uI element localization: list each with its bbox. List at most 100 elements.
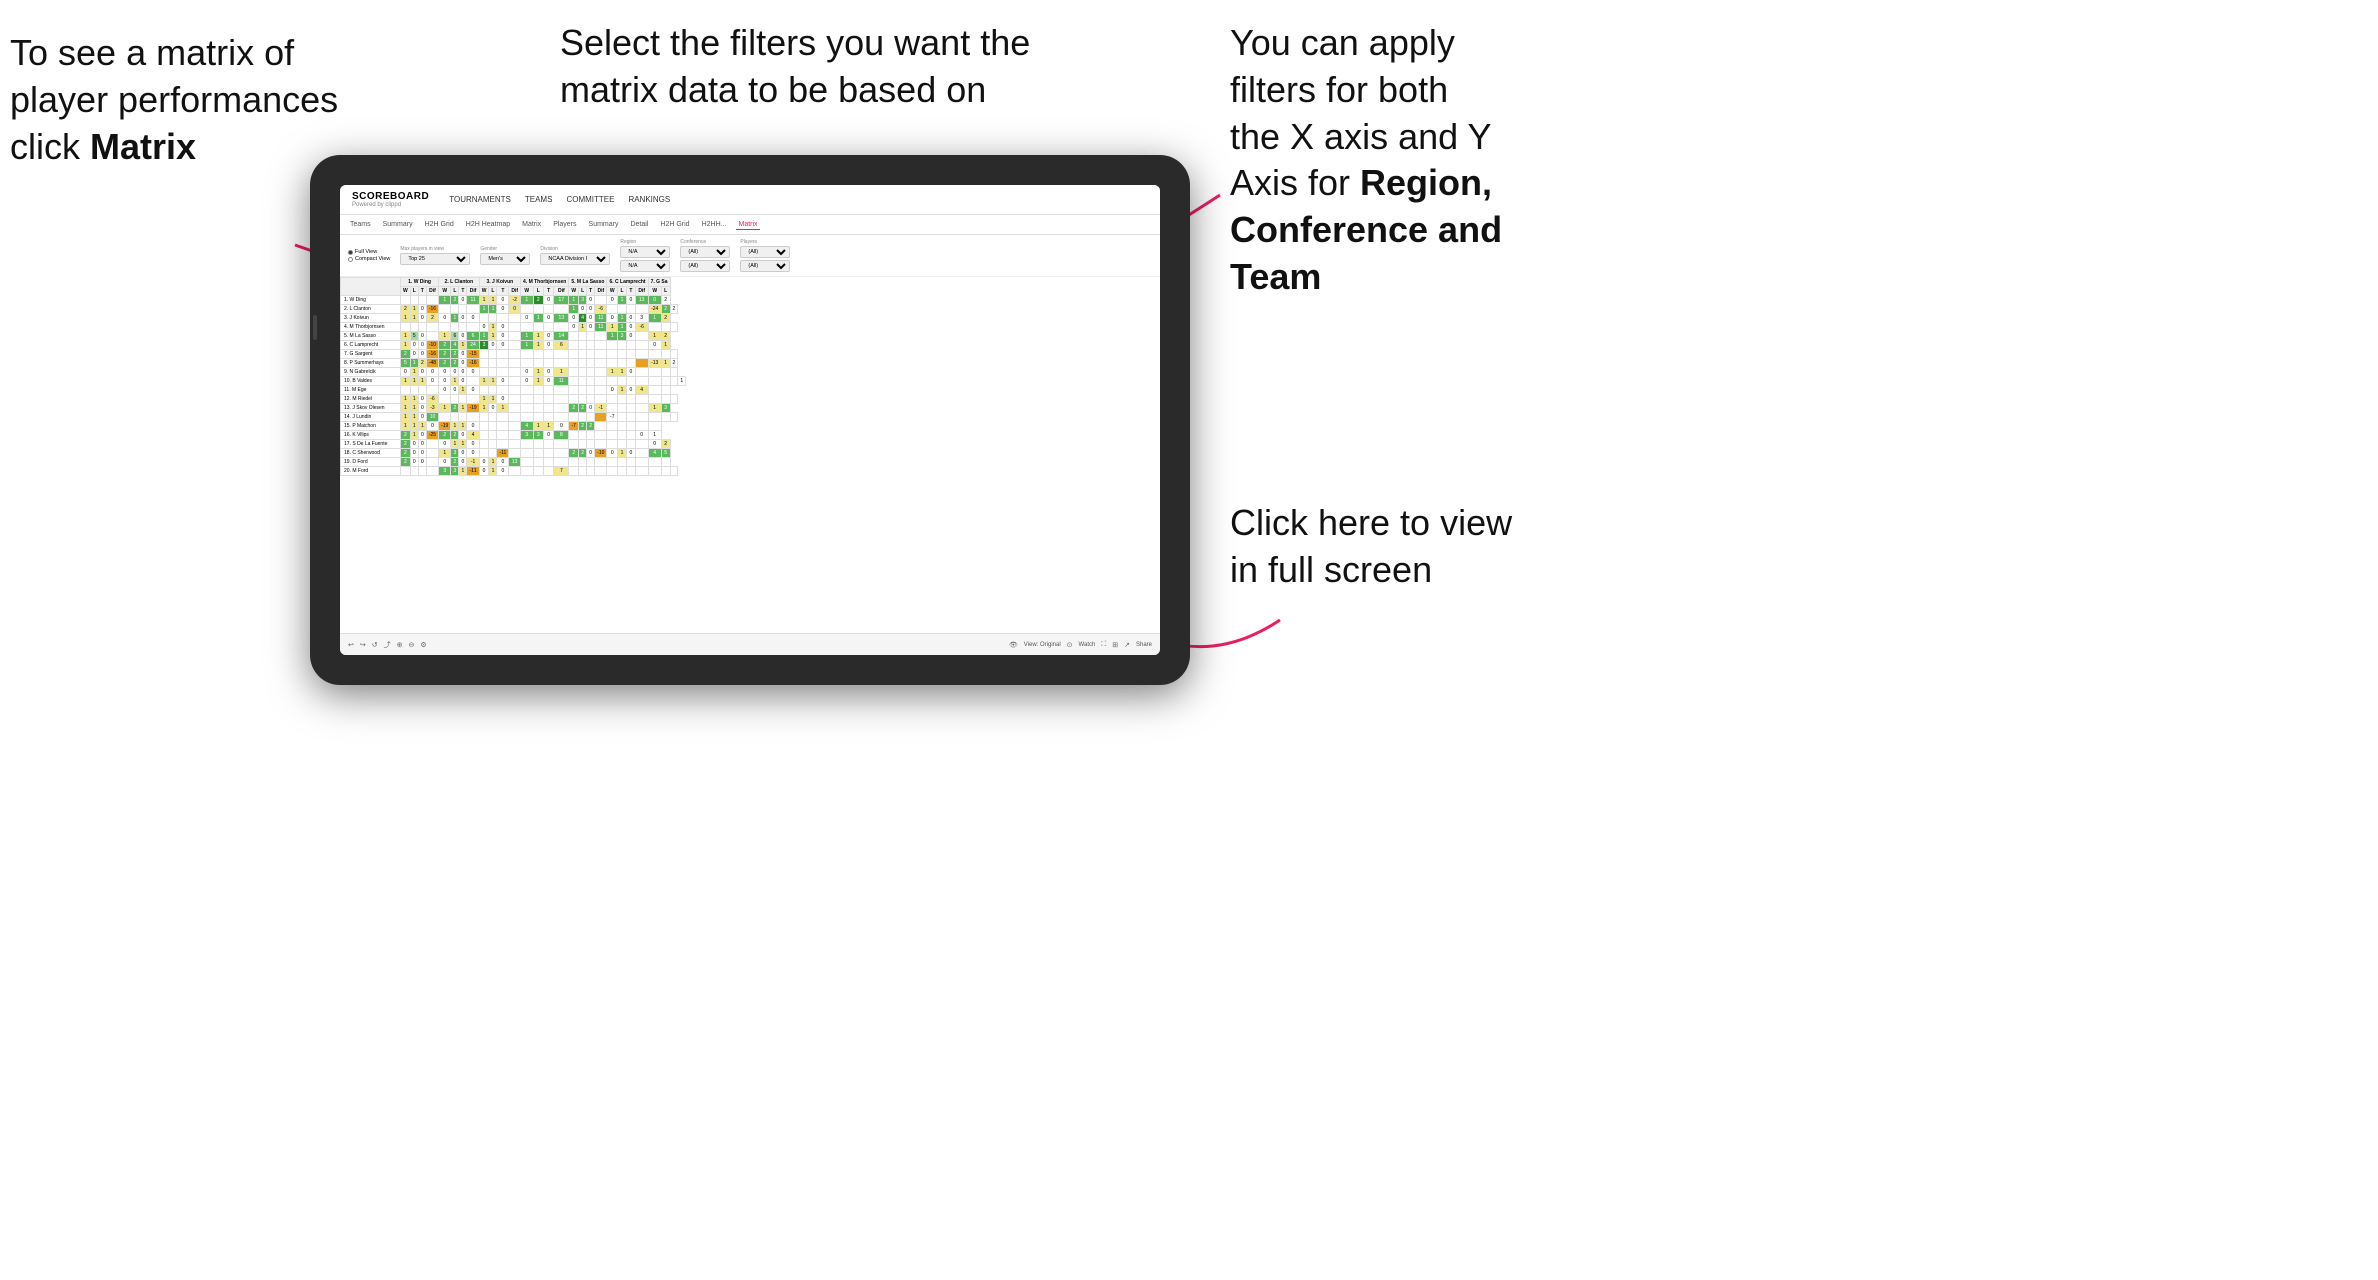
matrix-cell-10-3	[426, 386, 438, 395]
grid-icon[interactable]: ⊞	[1112, 641, 1118, 649]
nav-teams[interactable]: TEAMS	[525, 195, 553, 204]
share-button-icon[interactable]: ↗	[1124, 641, 1130, 649]
matrix-cell-19-14	[543, 467, 553, 476]
subnav-teams[interactable]: Teams	[348, 220, 373, 229]
matrix-cell-0-14: 0	[543, 296, 553, 305]
matrix-cell-8-6: 0	[459, 368, 467, 377]
subnav-h2h-heatmap[interactable]: H2H Heatmap	[464, 220, 512, 229]
matrix-cell-7-25: 1	[661, 359, 670, 368]
matrix-cell-18-14	[543, 458, 553, 467]
players-select2[interactable]: (All)	[740, 260, 790, 272]
matrix-cell-4-15: 14	[554, 332, 569, 341]
subnav-h2h-grid[interactable]: H2H Grid	[423, 220, 456, 229]
matrix-cell-14-17: 2	[579, 422, 587, 431]
nav-items: TOURNAMENTS TEAMS COMMITTEE RANKINGS	[449, 195, 670, 204]
matrix-cell-1-7	[467, 305, 479, 314]
matrix-cell-8-8	[479, 368, 489, 377]
matrix-cell-19-11	[509, 467, 521, 476]
subnav-detail[interactable]: Detail	[628, 220, 650, 229]
matrix-cell-4-19	[595, 332, 607, 341]
matrix-cell-0-9: 1	[489, 296, 497, 305]
subnav-summary2[interactable]: Summary	[587, 220, 621, 229]
division-select[interactable]: NCAA Division I	[540, 253, 610, 265]
region-select2[interactable]: N/A	[620, 260, 670, 272]
refresh-icon[interactable]: ↺	[372, 641, 378, 649]
zoom-out-icon[interactable]: ⊖	[409, 641, 415, 649]
matrix-cell-19-1	[410, 467, 418, 476]
matrix-cell-10-20: 0	[607, 386, 618, 395]
matrix-cell-8-19	[595, 368, 607, 377]
matrix-cell-4-18	[587, 332, 595, 341]
subnav-h2h-grid2[interactable]: H2H Grid	[658, 220, 691, 229]
conference-select2[interactable]: (All)	[680, 260, 730, 272]
matrix-cell-12-12	[521, 404, 534, 413]
matrix-cell-9-24	[648, 377, 661, 386]
players-select[interactable]: (All)	[740, 246, 790, 258]
matrix-cell-7-20	[607, 359, 618, 368]
conference-select[interactable]: (All)	[680, 246, 730, 258]
matrix-cell-9-23	[635, 377, 648, 386]
subnav-matrix2[interactable]: Matrix	[736, 220, 759, 230]
redo-icon[interactable]: ↪	[360, 641, 366, 649]
nav-committee[interactable]: COMMITTEE	[566, 195, 614, 204]
matrix-cell-5-5: 4	[451, 341, 459, 350]
max-players-select[interactable]: Top 25	[400, 253, 470, 265]
matrix-cell-3-12	[521, 323, 534, 332]
matrix-cell-14-14: 1	[543, 422, 553, 431]
gender-select[interactable]: Men's	[480, 253, 530, 265]
matrix-cell-13-6	[459, 413, 467, 422]
subnav-h2hh[interactable]: H2HH...	[700, 220, 729, 229]
matrix-cell-10-12	[521, 386, 534, 395]
matrix-cell-15-12: 3	[521, 431, 534, 440]
nav-tournaments[interactable]: TOURNAMENTS	[449, 195, 511, 204]
matrix-cell-18-12	[521, 458, 534, 467]
matrix-cell-8-4: 0	[439, 368, 451, 377]
matrix-cell-1-1: 1	[410, 305, 418, 314]
watch-icon[interactable]: ⊙	[1067, 641, 1073, 649]
matrix-cell-12-22	[626, 404, 635, 413]
matrix-cell-17-2: 0	[418, 449, 426, 458]
matrix-cell-2-16: 0	[569, 314, 579, 323]
matrix-cell-15-21	[618, 431, 627, 440]
nav-rankings[interactable]: RANKINGS	[628, 195, 670, 204]
matrix-cell-10-17	[579, 386, 587, 395]
share-icon[interactable]: ⤴	[384, 640, 391, 650]
matrix-cell-17-23	[635, 449, 648, 458]
undo-icon[interactable]: ↩	[348, 641, 354, 649]
zoom-in-icon[interactable]: ⊕	[397, 641, 403, 649]
matrix-cell-6-18	[587, 350, 595, 359]
full-view-radio[interactable]: Full View	[348, 249, 390, 255]
filter-players: Players (All) (All)	[740, 239, 790, 272]
share-label[interactable]: Share	[1136, 642, 1152, 648]
region-select[interactable]: N/A	[620, 246, 670, 258]
matrix-cell-0-6: 0	[459, 296, 467, 305]
col-header-clanton: 2. L Clanton	[439, 278, 480, 287]
matrix-cell-12-20	[607, 404, 618, 413]
expand-icon[interactable]: ⛶	[1101, 641, 1106, 649]
subnav-players[interactable]: Players	[551, 220, 578, 229]
matrix-cell-6-5: 2	[451, 350, 459, 359]
matrix-cell-7-8	[479, 359, 489, 368]
matrix-cell-1-17: 0	[579, 305, 587, 314]
subnav-matrix[interactable]: Matrix	[520, 220, 543, 229]
matrix-cell-12-16: 2	[569, 404, 579, 413]
settings-icon[interactable]: ⚙	[420, 641, 426, 649]
matrix-cell-18-11: 13	[509, 458, 521, 467]
watch-label[interactable]: Watch	[1079, 642, 1096, 648]
matrix-cell-17-9	[489, 449, 497, 458]
subnav-summary[interactable]: Summary	[381, 220, 415, 229]
matrix-cell-17-25: 5	[661, 449, 670, 458]
matrix-cell-16-9	[489, 440, 497, 449]
matrix-cell-17-3	[426, 449, 438, 458]
matrix-cell-13-17	[579, 413, 587, 422]
matrix-container[interactable]: 1. W Ding 2. L Clanton 3. J Koivun 4. M …	[340, 277, 1160, 649]
matrix-cell-16-13	[533, 440, 543, 449]
matrix-cell-17-8	[479, 449, 489, 458]
compact-view-radio[interactable]: Compact View	[348, 256, 390, 262]
matrix-cell-9-14: 0	[543, 377, 553, 386]
matrix-cell-7-2: 2	[418, 359, 426, 368]
matrix-cell-8-24	[648, 368, 661, 377]
matrix-cell-7-19	[595, 359, 607, 368]
matrix-cell-3-20: 1	[607, 323, 618, 332]
matrix-cell-16-5: 1	[451, 440, 459, 449]
